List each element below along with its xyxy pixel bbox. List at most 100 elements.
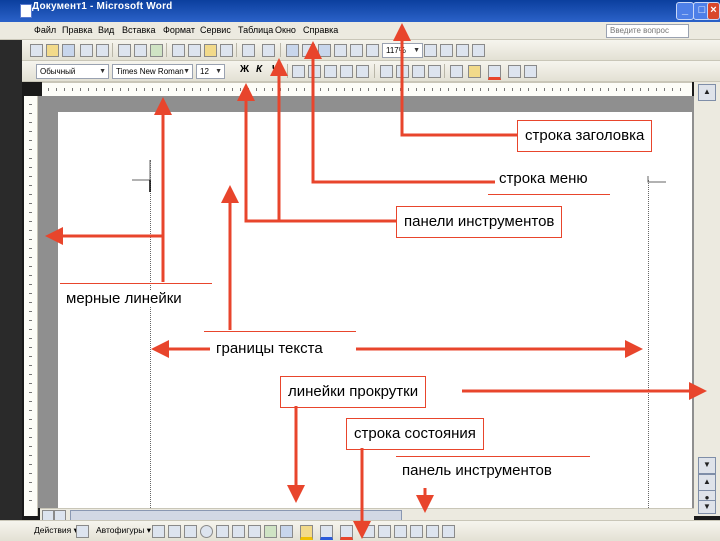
arrange-icon[interactable] bbox=[442, 525, 455, 538]
paste-icon[interactable] bbox=[204, 44, 217, 57]
ruler-tick bbox=[29, 311, 32, 312]
menu-format[interactable]: Формат bbox=[163, 25, 195, 35]
ruler-tick bbox=[29, 491, 32, 492]
menu-file[interactable]: Файл bbox=[34, 25, 56, 35]
align-center-icon[interactable] bbox=[308, 65, 321, 78]
ruler-tick bbox=[312, 88, 313, 91]
clip-art-icon[interactable] bbox=[264, 525, 277, 538]
bullets-icon[interactable] bbox=[396, 65, 409, 78]
wordart-icon[interactable] bbox=[232, 525, 245, 538]
ruler-tick bbox=[29, 401, 32, 402]
copy-icon[interactable] bbox=[188, 44, 201, 57]
font-select[interactable]: Times New Roman ▼ bbox=[112, 64, 193, 79]
arrow-icon[interactable] bbox=[168, 525, 181, 538]
line-color-icon[interactable] bbox=[320, 525, 333, 540]
open-folder-icon[interactable] bbox=[46, 44, 59, 57]
ruler-tick bbox=[48, 88, 49, 91]
next-page-icon[interactable]: ▼ bbox=[698, 500, 716, 514]
menu-edit[interactable]: Правка bbox=[62, 25, 92, 35]
redo-icon[interactable] bbox=[262, 44, 275, 57]
scroll-up-icon[interactable]: ▲ bbox=[698, 84, 716, 101]
text-effects-icon[interactable] bbox=[508, 65, 521, 78]
numbering-icon[interactable] bbox=[380, 65, 393, 78]
highlight-icon[interactable] bbox=[468, 65, 481, 78]
zoom-select[interactable]: 117% ▼ bbox=[382, 43, 423, 58]
tables-borders-icon[interactable] bbox=[302, 44, 315, 57]
left-text-boundary bbox=[150, 160, 151, 512]
horizontal-ruler[interactable] bbox=[42, 82, 692, 97]
help-icon[interactable] bbox=[424, 44, 437, 57]
email-icon[interactable] bbox=[96, 44, 109, 57]
vertical-ruler[interactable] bbox=[24, 96, 38, 516]
ruler-tick bbox=[29, 302, 32, 303]
decrease-indent-icon[interactable] bbox=[412, 65, 425, 78]
dash-style-icon[interactable] bbox=[378, 525, 391, 538]
rectangle-icon[interactable] bbox=[184, 525, 197, 538]
undo-icon[interactable] bbox=[242, 44, 255, 57]
print-preview-icon[interactable] bbox=[134, 44, 147, 57]
justify-icon[interactable] bbox=[340, 65, 353, 78]
select-objects-icon[interactable] bbox=[76, 525, 89, 538]
oval-icon[interactable] bbox=[200, 525, 213, 538]
ruler-tick bbox=[568, 88, 569, 91]
table-grid-icon[interactable] bbox=[456, 44, 469, 57]
italic-button[interactable]: К bbox=[256, 64, 262, 75]
menu-insert[interactable]: Вставка bbox=[122, 25, 155, 35]
save-icon[interactable] bbox=[62, 44, 75, 57]
line-style-icon[interactable] bbox=[362, 525, 375, 538]
diagram-icon[interactable] bbox=[248, 525, 261, 538]
line-icon[interactable] bbox=[152, 525, 165, 538]
ruler-tick bbox=[29, 482, 32, 483]
menu-table[interactable]: Таблица bbox=[238, 25, 273, 35]
shadow-style-icon[interactable] bbox=[410, 525, 423, 538]
align-left-icon[interactable] bbox=[292, 65, 305, 78]
previous-page-icon[interactable]: ▲ bbox=[698, 474, 716, 491]
print-icon[interactable] bbox=[118, 44, 131, 57]
fill-color-icon[interactable] bbox=[300, 525, 313, 540]
arrow-style-icon[interactable] bbox=[394, 525, 407, 538]
ruler-tick bbox=[416, 88, 417, 91]
increase-indent-icon[interactable] bbox=[428, 65, 441, 78]
3d-style-icon[interactable] bbox=[426, 525, 439, 538]
scroll-down-icon[interactable]: ▼ bbox=[698, 457, 716, 474]
menu-window[interactable]: Окно bbox=[275, 25, 296, 35]
menu-view[interactable]: Вид bbox=[98, 25, 114, 35]
show-hide-icon[interactable] bbox=[472, 44, 485, 57]
text-box-icon[interactable] bbox=[216, 525, 229, 538]
hyperlink-icon[interactable] bbox=[286, 44, 299, 57]
close-button[interactable]: × bbox=[707, 2, 720, 20]
format-painter-icon[interactable] bbox=[220, 44, 233, 57]
spelling-icon[interactable] bbox=[150, 44, 163, 57]
ruler-tick bbox=[256, 88, 257, 91]
more-options-icon[interactable] bbox=[524, 65, 537, 78]
minimize-button[interactable]: _ bbox=[676, 2, 694, 20]
font-size-select[interactable]: 12 ▼ bbox=[196, 64, 225, 79]
font-color-draw-icon[interactable] bbox=[340, 525, 353, 540]
menu-tools[interactable]: Сервис bbox=[200, 25, 231, 35]
picture-icon[interactable] bbox=[280, 525, 293, 538]
drawing-icon[interactable] bbox=[366, 44, 379, 57]
insert-excel-icon[interactable] bbox=[334, 44, 347, 57]
window-title: Документ1 - Microsoft Word bbox=[32, 1, 173, 12]
menu-help[interactable]: Справка bbox=[303, 25, 338, 35]
ruler-tick bbox=[408, 88, 409, 91]
actions-menu[interactable]: Действия ▾ bbox=[34, 525, 78, 536]
line-spacing-icon[interactable] bbox=[356, 65, 369, 78]
permission-icon[interactable] bbox=[80, 44, 93, 57]
ruler-tick bbox=[152, 88, 153, 91]
ruler-tick bbox=[424, 88, 425, 91]
cut-icon[interactable] bbox=[172, 44, 185, 57]
borders-icon[interactable] bbox=[450, 65, 463, 78]
insert-table-icon[interactable] bbox=[318, 44, 331, 57]
read-icon[interactable] bbox=[440, 44, 453, 57]
vertical-scrollbar[interactable]: ▲ ▼ ▲ ● ▼ bbox=[694, 82, 720, 516]
underline-button[interactable]: Ч bbox=[272, 64, 279, 75]
style-select[interactable]: Обычный ▼ bbox=[36, 64, 109, 79]
autoshapes-menu[interactable]: Автофигуры ▾ bbox=[96, 525, 151, 536]
new-document-icon[interactable] bbox=[30, 44, 43, 57]
bold-button[interactable]: Ж bbox=[240, 64, 249, 75]
font-color-icon[interactable] bbox=[488, 65, 501, 80]
align-right-icon[interactable] bbox=[324, 65, 337, 78]
columns-icon[interactable] bbox=[350, 44, 363, 57]
ask-question-input[interactable]: Введите вопрос bbox=[606, 24, 689, 38]
